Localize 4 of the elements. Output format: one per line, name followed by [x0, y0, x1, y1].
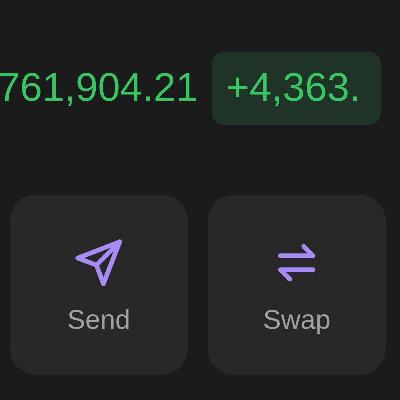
- send-button[interactable]: Send: [10, 195, 188, 375]
- swap-button[interactable]: Swap: [208, 195, 386, 375]
- change-badge: +4,363.: [212, 52, 381, 125]
- balance-amount: 761,904.21: [0, 66, 198, 111]
